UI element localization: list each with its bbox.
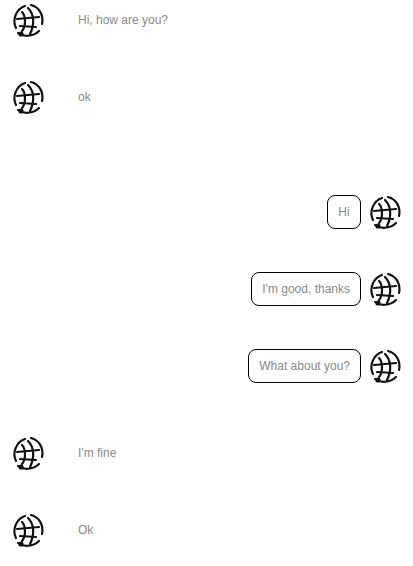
message-text: Hi, how are you? <box>78 11 168 29</box>
message-row: Hi, how are you? <box>8 0 405 40</box>
message-row: I'm fine <box>8 433 405 473</box>
avatar-icon[interactable] <box>365 269 405 309</box>
message-text: What about you? <box>248 349 361 383</box>
message-text: Ok <box>78 521 93 539</box>
chat-log: Hi, how are you? ok Hi I'm good, thanks What… <box>0 0 413 550</box>
avatar-icon[interactable] <box>8 77 48 117</box>
message-row: ok <box>8 77 405 117</box>
message-row: What about you? <box>8 346 405 386</box>
avatar-icon[interactable] <box>8 0 48 40</box>
avatar-icon[interactable] <box>8 510 48 550</box>
message-row: I'm good, thanks <box>8 269 405 309</box>
message-row: Hi <box>8 192 405 232</box>
avatar-icon[interactable] <box>365 346 405 386</box>
message-text: I'm good, thanks <box>251 272 361 306</box>
message-text: I'm fine <box>78 444 116 462</box>
avatar-icon[interactable] <box>365 192 405 232</box>
message-row: Ok <box>8 510 405 550</box>
avatar-icon[interactable] <box>8 433 48 473</box>
message-text: ok <box>78 88 91 106</box>
message-text: Hi <box>327 195 361 229</box>
